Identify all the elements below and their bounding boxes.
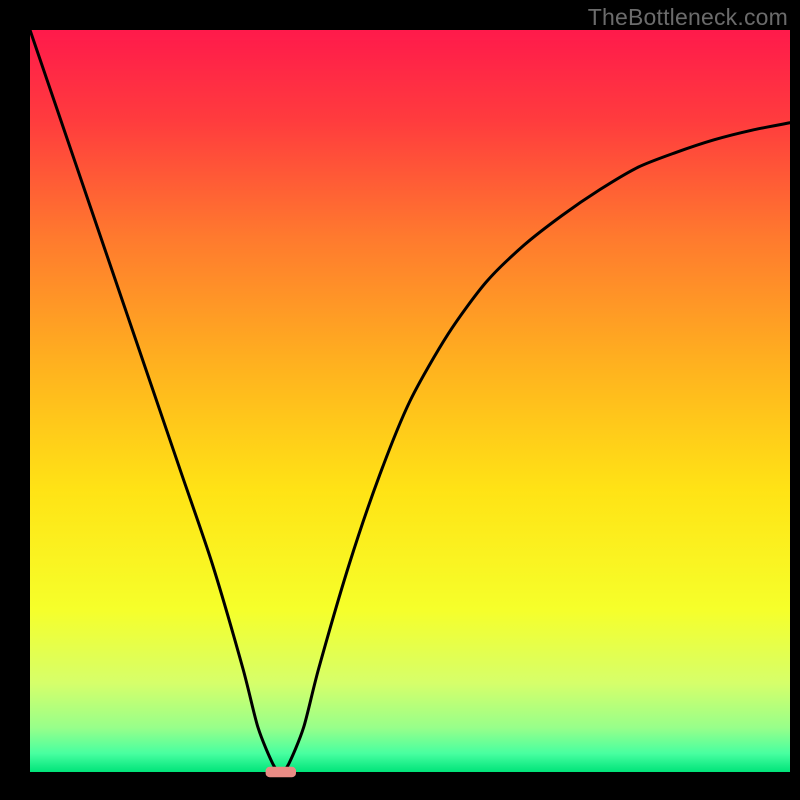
watermark-text: TheBottleneck.com xyxy=(588,4,788,31)
min-marker xyxy=(266,767,296,777)
chart-svg xyxy=(0,0,800,800)
chart-frame: { "watermark": "TheBottleneck.com", "cha… xyxy=(0,0,800,800)
